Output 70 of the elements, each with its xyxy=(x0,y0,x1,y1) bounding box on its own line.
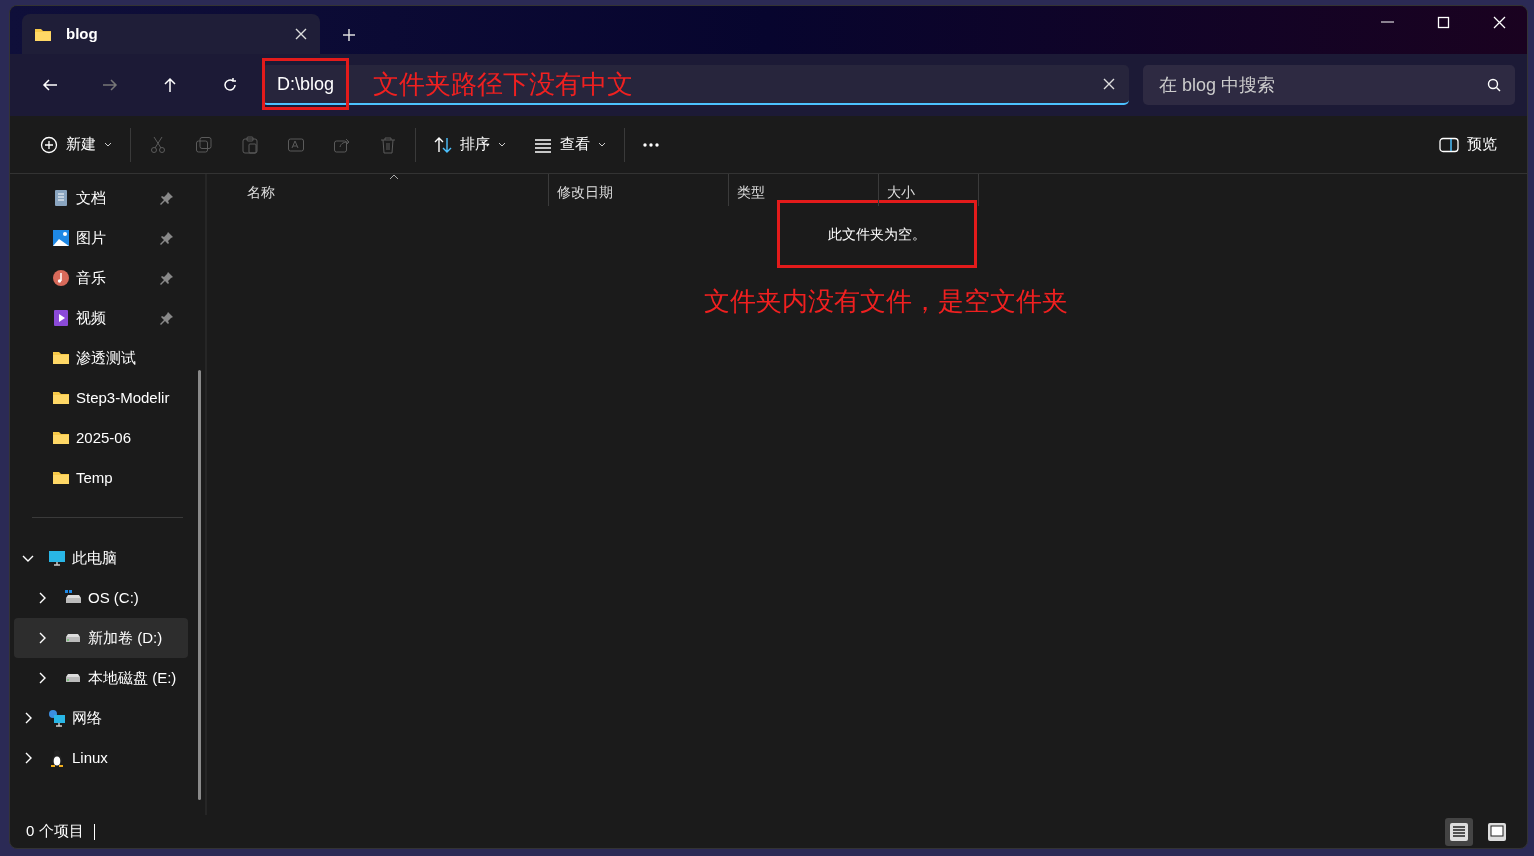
tab-title: blog xyxy=(66,23,99,44)
folder-icon xyxy=(34,26,52,42)
search-icon xyxy=(1487,78,1501,92)
sidebar-item[interactable]: 文档 xyxy=(10,178,184,218)
more-icon xyxy=(643,142,659,147)
empty-folder-message: 此文件夹为空。 xyxy=(777,200,977,268)
column-header[interactable]: 类型 xyxy=(729,174,879,206)
annotation-text: 文件夹路径下没有中文 xyxy=(373,67,635,101)
plus-circle-icon xyxy=(40,135,58,154)
details-view-button[interactable] xyxy=(1445,817,1473,846)
sidebar-item[interactable]: Temp xyxy=(10,458,184,498)
folder-icon xyxy=(52,469,70,487)
folder-icon xyxy=(52,429,70,447)
clear-icon[interactable] xyxy=(1103,78,1115,90)
column-header[interactable]: 大小 xyxy=(879,174,979,206)
sidebar-item[interactable]: OS (C:) xyxy=(14,578,188,618)
sidebar-item[interactable]: 新加卷 (D:) xyxy=(14,618,188,658)
search-field[interactable]: 在 blog 中搜索 xyxy=(1143,65,1515,105)
monitor-icon xyxy=(48,549,66,567)
close-icon[interactable] xyxy=(294,27,308,41)
close-icon xyxy=(1492,15,1506,29)
panel-icon xyxy=(1439,136,1459,153)
sidebar-item[interactable]: 本地磁盘 (E:) xyxy=(14,658,188,698)
trash-icon xyxy=(379,135,397,154)
sidebar-item[interactable]: 渗透测试 xyxy=(10,338,184,378)
plus-icon[interactable] xyxy=(342,28,356,42)
details-view-icon xyxy=(1449,821,1469,842)
picture-icon xyxy=(52,229,70,247)
clipboard-icon xyxy=(241,135,259,154)
tiles-view-icon xyxy=(1487,821,1507,842)
sidebar-item[interactable]: Step3-Modelir xyxy=(10,378,184,418)
sidebar-item[interactable]: 音乐 xyxy=(10,258,184,298)
scrollbar[interactable] xyxy=(198,370,201,800)
chevron-down-icon xyxy=(104,141,112,148)
sidebar-item[interactable]: 视频 xyxy=(10,298,184,338)
arrow-left-icon xyxy=(42,77,58,93)
rename-icon xyxy=(287,135,305,154)
network-icon xyxy=(48,709,66,727)
sidebar-item[interactable]: Linux xyxy=(10,738,184,778)
annotation-text: 文件夹内没有文件，是空文件夹 xyxy=(704,285,1068,318)
column-header[interactable]: 名称 xyxy=(207,174,549,206)
column-header[interactable]: 修改日期 xyxy=(549,174,729,206)
chevron-down-icon xyxy=(598,141,606,148)
chevron-down-icon xyxy=(498,141,506,148)
tab[interactable]: blog xyxy=(22,14,320,54)
penguin-icon xyxy=(48,749,66,767)
arrow-right-icon xyxy=(102,77,118,93)
copy-icon xyxy=(195,135,213,154)
music-note-icon xyxy=(52,269,70,287)
refresh-icon xyxy=(222,77,238,93)
text-cursor xyxy=(93,823,95,840)
document-icon xyxy=(52,189,70,207)
sidebar-item[interactable]: 2025-06 xyxy=(10,418,184,458)
new-button[interactable]: 新建 xyxy=(26,124,126,165)
item-count: 0 个项目 xyxy=(26,821,84,842)
maximize-icon xyxy=(1436,15,1450,29)
video-icon xyxy=(52,309,70,327)
folder-icon xyxy=(52,389,70,407)
sort-button[interactable]: 排序 xyxy=(420,124,520,165)
sidebar-item[interactable]: 图片 xyxy=(10,218,184,258)
arrow-up-icon xyxy=(162,77,178,93)
preview-button[interactable]: 预览 xyxy=(1425,124,1511,165)
minimize-icon xyxy=(1380,21,1394,23)
sort-arrows-icon xyxy=(434,135,452,154)
view-button[interactable]: 查看 xyxy=(520,124,620,165)
folder-icon xyxy=(52,349,70,367)
sidebar-item[interactable]: 网络 xyxy=(10,698,184,738)
sidebar-item[interactable]: 此电脑 xyxy=(10,538,184,578)
scissors-icon xyxy=(149,135,167,154)
address-path-field[interactable]: D:\blog xyxy=(262,58,350,110)
